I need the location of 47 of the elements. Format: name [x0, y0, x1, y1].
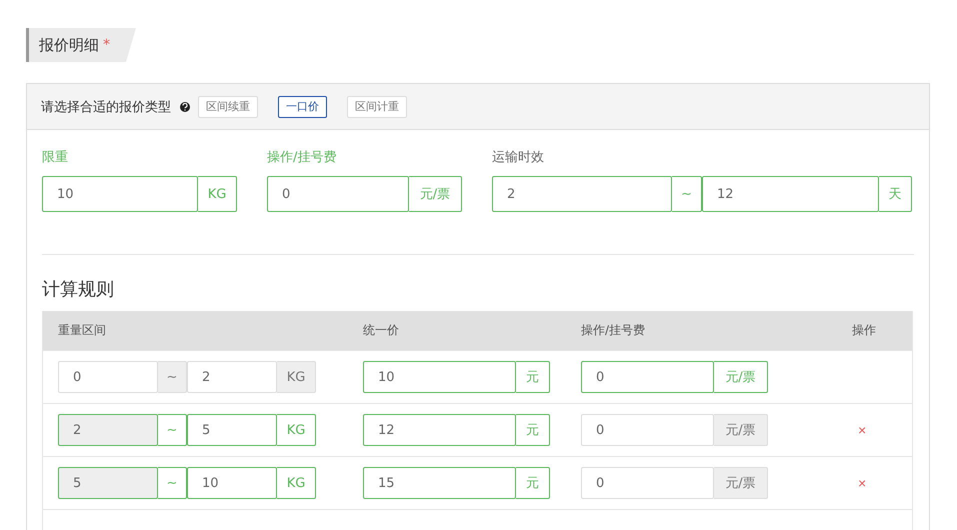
text-field[interactable]: 15 [363, 467, 516, 499]
unit-label: 元/票 [714, 361, 768, 393]
column-header: 统一价 [363, 322, 399, 339]
range-separator: ~ [158, 361, 187, 393]
help-icon[interactable] [180, 102, 190, 112]
text-field[interactable]: 0 [581, 414, 714, 446]
text-field[interactable]: 0 [581, 361, 714, 393]
text-field[interactable]: 12 [363, 414, 516, 446]
unit-label: 元/票 [714, 414, 768, 446]
text-field[interactable]: 0 [58, 361, 158, 393]
remove-button[interactable]: × [858, 422, 866, 438]
text-field[interactable]: 0 [267, 176, 409, 212]
quote-type-option[interactable]: 区间续重 [198, 96, 258, 118]
required-mark: * [103, 37, 110, 53]
text-field[interactable]: 10 [363, 361, 516, 393]
range-separator: ~ [158, 467, 187, 499]
text-field[interactable]: 5 [187, 414, 277, 446]
range-separator: ~ [158, 414, 187, 446]
section-title: 报价明细 * [26, 28, 136, 62]
unit-label: 天 [879, 176, 912, 212]
field-label: 操作/挂号费 [267, 149, 338, 166]
column-header: 操作 [852, 322, 876, 339]
range-separator: ~ [672, 176, 702, 212]
text-field[interactable]: 2 [492, 176, 672, 212]
text-field[interactable]: 10 [187, 467, 277, 499]
text-field[interactable]: 10 [42, 176, 198, 212]
text-field[interactable]: 12 [702, 176, 879, 212]
column-header: 重量区间 [58, 322, 106, 339]
unit-label: 元 [516, 467, 550, 499]
unit-label: 元 [516, 414, 550, 446]
unit-label: KG [277, 414, 316, 446]
quote-type-option[interactable]: 区间计重 [347, 96, 407, 118]
column-header: 操作/挂号费 [581, 322, 646, 339]
field-label: 运输时效 [492, 149, 545, 166]
remove-button[interactable]: × [858, 475, 866, 491]
text-field[interactable]: 0 [581, 467, 714, 499]
quote-type-option[interactable]: 一口价 [278, 96, 327, 118]
rules-title: 计算规则 [42, 278, 115, 301]
text-field[interactable]: 2 [187, 361, 277, 393]
field-label: 限重 [42, 149, 69, 166]
unit-label: 元/票 [714, 467, 768, 499]
unit-label: KG [198, 176, 237, 212]
unit-label: 元 [516, 361, 550, 393]
unit-label: 元/票 [409, 176, 462, 212]
quote-type-label: 请选择合适的报价类型 [41, 98, 171, 116]
unit-label: KG [277, 361, 316, 393]
unit-label: KG [277, 467, 316, 499]
